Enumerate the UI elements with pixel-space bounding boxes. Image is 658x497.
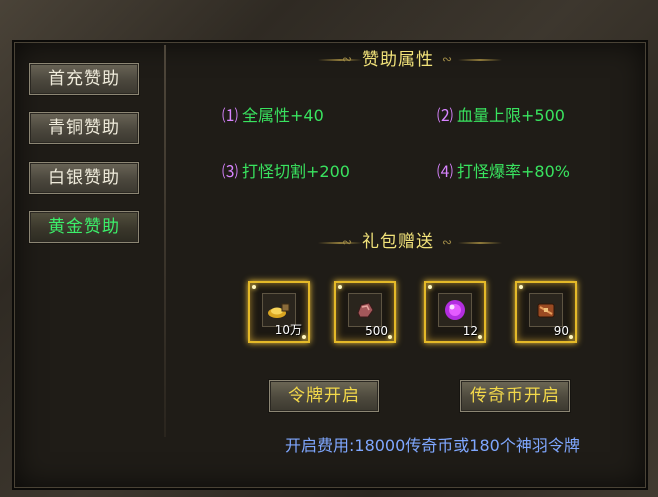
tab-bronze-sponsor[interactable]: 青铜赞助 <box>28 111 140 145</box>
gift-slot[interactable]: 12 <box>424 281 486 343</box>
attribute-text: 打怪爆率+80% <box>457 162 570 181</box>
attribute-item: ⑵ 血量上限+500 <box>437 103 565 129</box>
sparkle <box>569 335 573 339</box>
attribute-number: ⑶ <box>222 162 239 181</box>
gift-count: 12 <box>462 324 478 338</box>
token-open-button[interactable]: 令牌开启 <box>268 379 380 413</box>
sparkle <box>388 335 392 339</box>
sparkle <box>478 335 482 339</box>
tab-first-charge-sponsor[interactable]: 首充赞助 <box>28 62 140 96</box>
gift-count: 90 <box>553 324 569 338</box>
item-slot <box>529 293 563 327</box>
attribute-number: ⑷ <box>437 162 454 181</box>
tab-gold-sponsor[interactable]: 黄金赞助 <box>28 210 140 244</box>
gift-slot[interactable]: 500 <box>334 281 396 343</box>
sparkle <box>302 335 306 339</box>
token-chest-icon <box>537 303 555 318</box>
attribute-number: ⑴ <box>222 106 239 125</box>
ornament-icon: ∾ <box>442 52 453 66</box>
gifts-title: 礼包赠送 <box>362 232 434 252</box>
item-slot <box>438 293 472 327</box>
open-cost-text: 开启费用:18000传奇币或180个神羽令牌 <box>285 436 580 455</box>
sparkle <box>428 285 432 289</box>
gift-count: 500 <box>365 324 388 338</box>
panel-divider <box>164 45 166 437</box>
ore-icon <box>357 302 374 318</box>
coin-open-button[interactable]: 传奇币开启 <box>459 379 571 413</box>
gift-slot[interactable]: 10万 <box>248 281 310 343</box>
gold-ingot-icon <box>268 303 290 318</box>
attribute-number: ⑵ <box>437 106 454 125</box>
sparkle <box>519 285 523 289</box>
gift-slot[interactable]: 90 <box>515 281 577 343</box>
title-ornament-left <box>318 59 362 61</box>
attribute-text: 全属性+40 <box>242 106 324 125</box>
ornament-icon: ∾ <box>342 52 353 66</box>
attribute-text: 打怪切割+200 <box>242 162 350 181</box>
sparkle <box>338 285 342 289</box>
attribute-item: ⑷ 打怪爆率+80% <box>437 159 570 185</box>
attribute-item: ⑴ 全属性+40 <box>222 103 324 129</box>
attributes-title: 赞助属性 <box>362 50 434 70</box>
ornament-icon: ∾ <box>442 235 453 249</box>
ornament-icon: ∾ <box>342 235 353 249</box>
tab-silver-sponsor[interactable]: 白银赞助 <box>28 161 140 195</box>
item-slot <box>348 293 382 327</box>
purple-orb-icon <box>445 300 465 320</box>
gift-count: 10万 <box>274 323 302 337</box>
title-ornament-left <box>318 242 362 244</box>
sparkle <box>252 285 256 289</box>
title-ornament-right <box>458 59 502 61</box>
attribute-item: ⑶ 打怪切割+200 <box>222 159 350 185</box>
title-ornament-right <box>458 242 502 244</box>
attribute-text: 血量上限+500 <box>457 106 565 125</box>
